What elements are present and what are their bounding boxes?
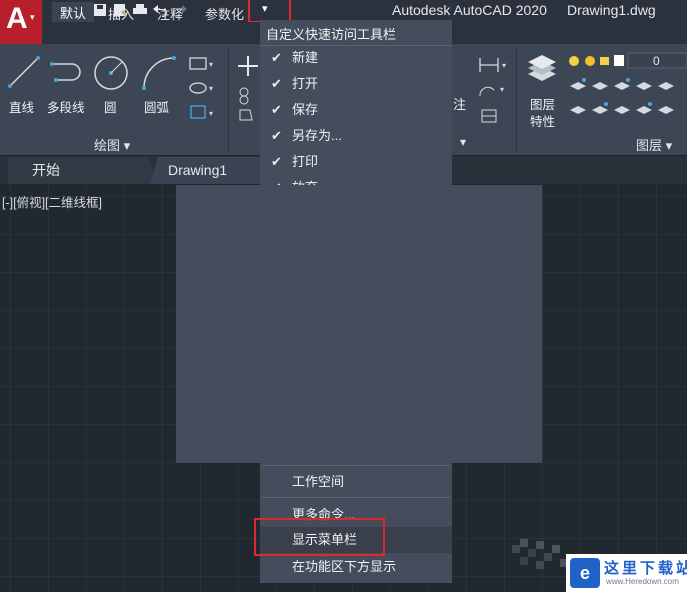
line-tool-label: 直线 <box>9 101 35 115</box>
tab-insert[interactable]: 插入 <box>108 4 134 23</box>
ribbon-separator <box>228 48 229 152</box>
application-menu-button[interactable]: A ▾ <box>0 0 42 44</box>
svg-text:▾: ▾ <box>502 61 506 70</box>
annotation-tools-partial[interactable]: ▾ ▾ <box>452 52 508 132</box>
print-icon[interactable] <box>132 2 148 18</box>
annotation-label-fragment: 注 <box>453 97 467 112</box>
check-icon: ✔ <box>271 76 282 91</box>
tab-drawing1-label: Drawing1 <box>168 162 228 178</box>
menu-item-new[interactable]: ✔ 新建 <box>260 45 452 71</box>
polyline-tool-label: 多段线 <box>47 101 85 115</box>
save-icon[interactable] <box>92 2 108 18</box>
menu-item-open[interactable]: ✔ 打开 <box>260 71 452 97</box>
check-icon: ✔ <box>271 154 282 169</box>
arc-tool-label: 圆弧 <box>144 101 170 115</box>
check-icon: ✔ <box>271 175 282 185</box>
menu-item-undo[interactable]: ✔放弃 <box>260 175 452 185</box>
menu-item-save[interactable]: ✔ 保存 <box>260 97 452 123</box>
viewport-controls[interactable]: [-][俯视][二维线框] <box>2 192 102 211</box>
check-icon: ✔ <box>271 50 282 65</box>
rectangle-ellipse-hatch-tools[interactable]: ▾ ▾ ▾ <box>188 54 214 124</box>
tab-parametric[interactable]: 参数化 <box>205 4 244 23</box>
svg-text:▾: ▾ <box>500 85 504 94</box>
svg-text:▾: ▾ <box>209 109 213 118</box>
modify-tools-partial[interactable] <box>236 54 260 124</box>
document-title: Drawing1.dwg <box>567 2 656 18</box>
customize-quick-access-dropdown-icon[interactable]: ▾ <box>262 2 268 15</box>
app-title: Autodesk AutoCAD 2020 <box>392 2 547 18</box>
arc-tool-icon[interactable] <box>140 54 180 92</box>
show-menu-bar-highlight <box>254 518 385 556</box>
menu-item-show-below-ribbon[interactable]: 在功能区下方显示 <box>260 554 452 580</box>
svg-text:▾: ▾ <box>209 60 213 69</box>
menu-item-save-as[interactable]: ✔ 另存为... <box>260 123 452 149</box>
layer-panel-title[interactable]: 图层 ▾ <box>636 135 672 154</box>
draw-panel-title[interactable]: 绘图 ▾ <box>94 135 130 154</box>
current-layer-value: 0 <box>653 54 660 68</box>
customize-menu-body <box>176 185 542 463</box>
menu-divider <box>262 465 450 466</box>
tab-start-label: 开始 <box>32 162 60 178</box>
watermark-url: www.Heredown.com <box>606 577 679 586</box>
tab-start[interactable]: 开始 <box>8 157 158 184</box>
watermark-name: 这里下载站 <box>604 560 687 577</box>
tab-default[interactable]: 默认 <box>52 2 95 22</box>
circle-tool-icon[interactable] <box>92 54 130 92</box>
menu-divider <box>262 497 450 498</box>
annotation-panel-caret-icon[interactable]: ▾ <box>460 135 466 149</box>
svg-text:▾: ▾ <box>209 84 213 93</box>
layer-properties-label-line2: 特性 <box>530 115 556 129</box>
line-tool-icon[interactable] <box>6 54 42 90</box>
menu-header: 自定义快速访问工具栏 <box>266 27 397 42</box>
check-icon: ✔ <box>271 102 282 117</box>
watermark-logo-icon: e <box>570 558 600 588</box>
layer-properties-icon[interactable] <box>524 52 560 88</box>
menu-item-print[interactable]: ✔ 打印 <box>260 149 452 175</box>
chevron-down-icon: ▾ <box>30 12 35 22</box>
pixelated-watermark <box>512 539 568 569</box>
check-icon: ✔ <box>271 128 282 143</box>
circle-tool-label: 圆 <box>104 101 117 115</box>
tab-annotate[interactable]: 注释 <box>157 4 183 23</box>
autocad-logo-icon: A <box>6 2 28 35</box>
layer-controls[interactable] <box>566 52 687 130</box>
ribbon-separator <box>516 48 517 152</box>
menu-item-workspace[interactable]: 工作空间 <box>260 469 452 495</box>
polyline-tool-icon[interactable] <box>48 54 88 90</box>
